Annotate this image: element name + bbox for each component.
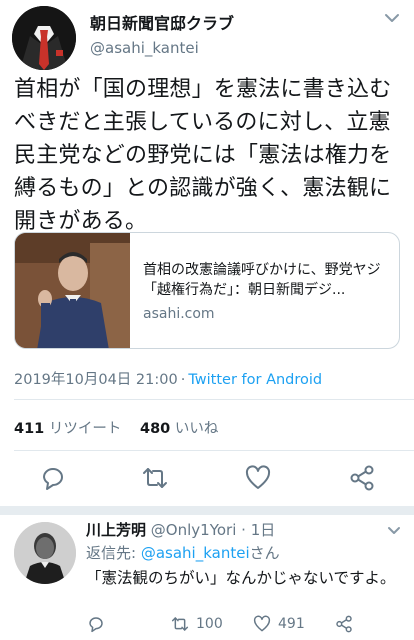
reply-author-handle[interactable]: @Only1Yori: [151, 521, 237, 539]
reply-retweet-count: 100: [196, 616, 223, 632]
reply-time[interactable]: 1日: [251, 521, 276, 539]
tweet-header: 朝日新聞官邸クラブ @asahi_kantei: [12, 6, 402, 70]
tweet-stats: 411 リツイート 480 いいね: [14, 417, 232, 438]
reply-icon[interactable]: [38, 463, 68, 493]
meta-separator: ·: [180, 372, 186, 388]
tweet-meta: 2019年10月04日 21:00 · Twitter for Android: [14, 368, 322, 389]
reply-header: 川上芳明 @Only1Yori · 1日: [86, 519, 275, 540]
reply-like-button[interactable]: 491: [252, 612, 305, 636]
reply-like-count: 491: [278, 616, 305, 632]
heart-icon[interactable]: [243, 463, 273, 493]
reply-to-mention[interactable]: @asahi_kantei: [141, 544, 250, 562]
retweets-label[interactable]: リツイート: [49, 421, 122, 437]
link-card[interactable]: 首相の改憲論議呼びかけに、野党ヤジ「越権行為だ」：朝日新聞デジ... asahi…: [14, 232, 400, 349]
likes-label[interactable]: いいね: [175, 421, 219, 437]
retweets-count[interactable]: 411: [14, 421, 44, 437]
divider: [14, 399, 414, 400]
card-domain: asahi.com: [143, 306, 215, 322]
tweet-text: 首相が「国の理想」を憲法に書き込むべきだと主張しているのに対し、立憲民主党などの…: [14, 77, 392, 234]
reply-icon[interactable]: [86, 612, 106, 636]
reply-to-suffix: さん: [249, 544, 280, 562]
reply-actions: 100 491: [86, 612, 406, 636]
retweet-icon[interactable]: [140, 463, 170, 493]
divider: [14, 450, 414, 451]
tweet-actions: [0, 461, 414, 497]
retweet-icon: [171, 617, 189, 631]
heart-icon: [253, 615, 271, 632]
tweet-source[interactable]: Twitter for Android: [188, 372, 322, 388]
author-handle[interactable]: @asahi_kantei: [90, 39, 199, 57]
reply-to-line: 返信先: @asahi_kanteiさん: [86, 542, 280, 563]
section-separator: [0, 506, 414, 515]
reply-separator: ·: [241, 521, 246, 539]
reply-author-avatar[interactable]: [14, 522, 76, 584]
reply-retweet-button[interactable]: 100: [170, 612, 223, 636]
reply-text: 「憲法観のちがい」なんかじゃないですよ。: [86, 569, 396, 587]
chevron-down-icon[interactable]: [386, 522, 402, 538]
share-icon[interactable]: [334, 612, 354, 636]
tweet-timestamp[interactable]: 2019年10月04日 21:00: [14, 372, 178, 388]
reply-author-name[interactable]: 川上芳明: [86, 521, 146, 539]
share-icon[interactable]: [347, 463, 377, 493]
card-title: 首相の改憲論議呼びかけに、野党ヤジ「越権行為だ」：朝日新聞デジ...: [143, 262, 381, 298]
card-thumbnail: [15, 233, 130, 348]
chevron-down-icon[interactable]: [382, 8, 402, 28]
author-avatar[interactable]: [12, 6, 76, 70]
author-name[interactable]: 朝日新聞官邸クラブ: [90, 10, 234, 34]
reply-to-prefix: 返信先:: [86, 544, 137, 562]
likes-count[interactable]: 480: [140, 421, 170, 437]
